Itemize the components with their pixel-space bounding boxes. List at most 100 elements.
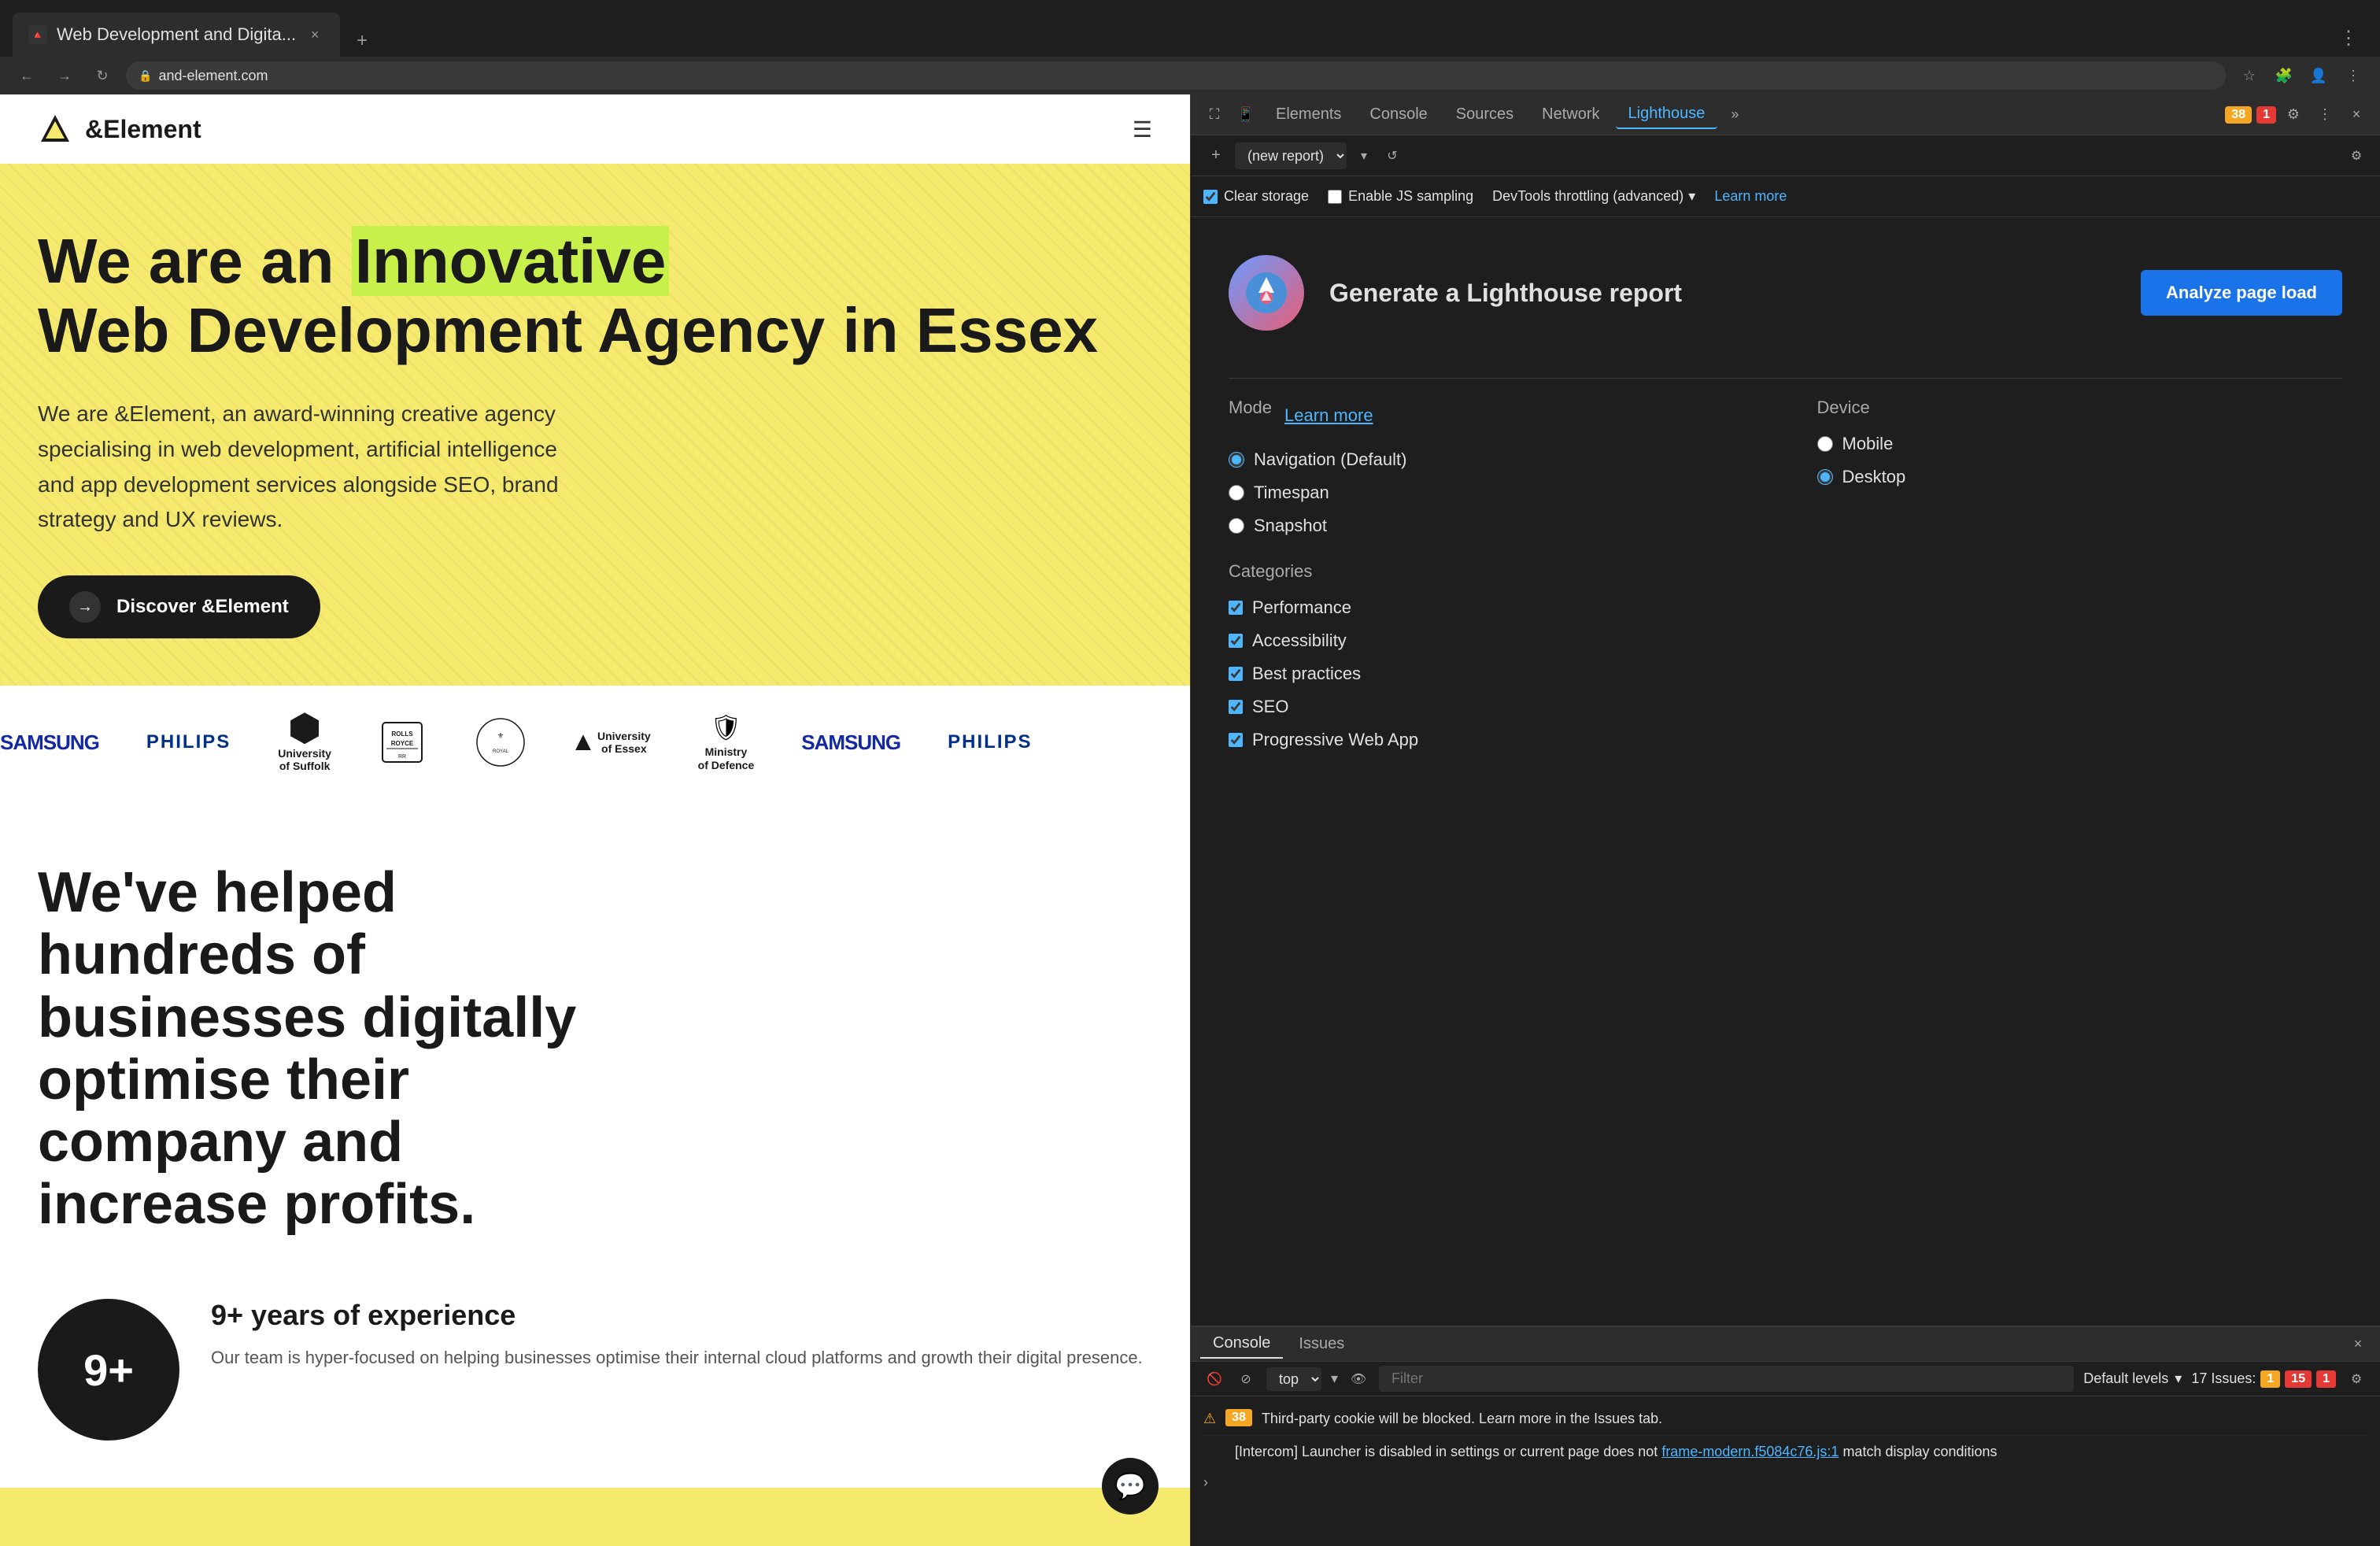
nav-actions: ☆ 🧩 👤 ⋮ [2235, 61, 2367, 90]
logo-philips-2: PHILIPS [948, 717, 1032, 767]
context-dropdown-icon[interactable]: ▾ [1331, 1370, 1338, 1387]
mode-snapshot-option[interactable]: Snapshot [1229, 516, 1754, 536]
issues-label: 17 Issues: [2191, 1370, 2256, 1387]
more-tabs-button[interactable]: » [1720, 101, 1749, 129]
device-mobile-radio[interactable] [1817, 436, 1833, 452]
device-toolbar-button[interactable]: 📱 [1232, 101, 1260, 129]
chat-button[interactable]: 💬 [1102, 1458, 1159, 1515]
extensions-button[interactable]: 🧩 [2270, 61, 2298, 90]
lighthouse-generate-section: Generate a Lighthouse report Analyze pag… [1229, 255, 2342, 331]
device-radio-group: Mobile Desktop [1817, 434, 2343, 487]
default-levels-dropdown[interactable]: Default levels ▾ [2083, 1370, 2182, 1387]
tab-sources[interactable]: Sources [1443, 101, 1526, 128]
discover-button[interactable]: → Discover &Element [38, 575, 320, 638]
site-header: &Element ☰ [0, 94, 1190, 164]
category-performance[interactable]: Performance [1229, 597, 2342, 618]
mode-navigation-radio[interactable] [1229, 452, 1244, 468]
best-practices-label: Best practices [1252, 664, 1361, 684]
logo-essex: Universityof Essex [575, 717, 651, 767]
analyze-page-load-button[interactable]: Analyze page load [2141, 270, 2342, 316]
console-filter-input[interactable] [1379, 1366, 2074, 1392]
refresh-button[interactable]: ↻ [88, 61, 116, 90]
back-button[interactable]: ← [13, 61, 41, 90]
tab-lighthouse[interactable]: Lighthouse [1616, 100, 1718, 129]
console-prompt-icon: › [1203, 1474, 1208, 1491]
tab-strip-extra[interactable]: ⋮ [2330, 19, 2367, 57]
console-eye-button[interactable]: 👁 [1347, 1368, 1369, 1390]
hamburger-menu[interactable]: ☰ [1133, 117, 1152, 142]
forward-button[interactable]: → [50, 61, 79, 90]
console-filter-button[interactable]: ⊘ [1235, 1368, 1257, 1390]
device-desktop-radio[interactable] [1817, 469, 1833, 485]
lighthouse-refresh-button[interactable]: ↺ [1381, 145, 1403, 167]
tab-close-button[interactable]: × [305, 25, 324, 44]
category-accessibility[interactable]: Accessibility [1229, 631, 2342, 651]
mode-timespan-label: Timespan [1254, 483, 1329, 503]
address-bar[interactable]: 🔒 and-element.com [126, 61, 2226, 90]
console-settings-button[interactable]: ⚙ [2345, 1368, 2367, 1390]
browser-chrome: 🔺 Web Development and Digita... × + ⋮ ← … [0, 0, 2380, 94]
throttle-dropdown-icon[interactable]: ▾ [1688, 188, 1695, 205]
logo-mod: 🛡 Ministryof Defence [698, 717, 755, 767]
devtools-settings-button[interactable]: ⚙ [2279, 101, 2308, 129]
clear-storage-option[interactable]: Clear storage [1203, 188, 1309, 205]
mode-snapshot-radio[interactable] [1229, 518, 1244, 534]
enable-js-checkbox[interactable] [1328, 190, 1342, 204]
mode-radio-group: Navigation (Default) Timespan Snapshot [1229, 449, 1754, 536]
console-clear-button[interactable]: 🚫 [1203, 1368, 1225, 1390]
device-mobile-option[interactable]: Mobile [1817, 434, 2343, 454]
bookmark-button[interactable]: ☆ [2235, 61, 2264, 90]
mode-timespan-option[interactable]: Timespan [1229, 483, 1754, 503]
categories-section: Categories Performance Accessibility [1229, 561, 2342, 750]
lighthouse-settings-button[interactable]: ⚙ [2345, 145, 2367, 167]
profile-button[interactable]: 👤 [2304, 61, 2333, 90]
stat-desc: Our team is hyper-focused on helping bus… [211, 1344, 1152, 1370]
lighthouse-report-dropdown[interactable]: ▾ [1353, 145, 1375, 167]
enable-js-option[interactable]: Enable JS sampling [1328, 188, 1473, 205]
device-desktop-label: Desktop [1842, 467, 1906, 487]
tab-elements[interactable]: Elements [1263, 101, 1354, 128]
device-mobile-label: Mobile [1842, 434, 1894, 454]
navigation-bar: ← → ↻ 🔒 and-element.com ☆ 🧩 👤 ⋮ [0, 57, 2380, 94]
stat-circle: 9+ [38, 1299, 179, 1441]
issues-error-badge: 15 [2285, 1370, 2312, 1388]
tab-network[interactable]: Network [1529, 101, 1612, 128]
lighthouse-report-select[interactable]: (new report) [1235, 142, 1347, 169]
frame-modern-link[interactable]: frame-modern.f5084c76.js:1 [1661, 1444, 1839, 1459]
console-input-row: › [1203, 1468, 2367, 1497]
clear-storage-checkbox[interactable] [1203, 190, 1218, 204]
logo-royal: ⚜ ROYAL [473, 717, 528, 767]
console-context-select[interactable]: top [1266, 1367, 1321, 1391]
mode-navigation-option[interactable]: Navigation (Default) [1229, 449, 1754, 470]
devtools-more-button[interactable]: ⋮ [2311, 101, 2339, 129]
best-practices-checkbox[interactable] [1229, 667, 1243, 681]
active-tab[interactable]: 🔺 Web Development and Digita... × [13, 13, 340, 57]
console-info-message: [Intercom] Launcher is disabled in setti… [1203, 1436, 2367, 1468]
tab-bar: 🔺 Web Development and Digita... × + ⋮ [0, 0, 2380, 57]
console-panel-close[interactable]: × [2345, 1332, 2371, 1357]
console-tab[interactable]: Console [1200, 1330, 1283, 1359]
default-levels-label: Default levels [2083, 1370, 2168, 1387]
lighthouse-logo-icon [1229, 255, 1304, 331]
mode-timespan-radio[interactable] [1229, 485, 1244, 501]
new-tab-button[interactable]: + [346, 25, 378, 57]
category-best-practices[interactable]: Best practices [1229, 664, 2342, 684]
device-desktop-option[interactable]: Desktop [1817, 467, 2343, 487]
devtools-close-button[interactable]: × [2342, 101, 2371, 129]
hero-title-part1: We are an [38, 226, 352, 296]
lighthouse-generate-title: Generate a Lighthouse report [1329, 279, 1682, 307]
lighthouse-add-button[interactable]: + [1203, 143, 1229, 168]
seo-checkbox[interactable] [1229, 700, 1243, 714]
category-pwa[interactable]: Progressive Web App [1229, 730, 2342, 750]
tab-console[interactable]: Console [1357, 101, 1439, 128]
svg-text:ROYCE: ROYCE [391, 740, 414, 747]
performance-checkbox[interactable] [1229, 601, 1243, 615]
category-seo[interactable]: SEO [1229, 697, 2342, 717]
browser-menu-button[interactable]: ⋮ [2339, 61, 2367, 90]
accessibility-checkbox[interactable] [1229, 634, 1243, 648]
issues-tab[interactable]: Issues [1286, 1330, 1357, 1358]
inspect-element-button[interactable]: ⛶ [1200, 101, 1229, 129]
pwa-checkbox[interactable] [1229, 733, 1243, 747]
learn-more-link[interactable]: Learn more [1714, 188, 1787, 205]
mode-learn-more-link[interactable]: Learn more [1284, 405, 1373, 426]
